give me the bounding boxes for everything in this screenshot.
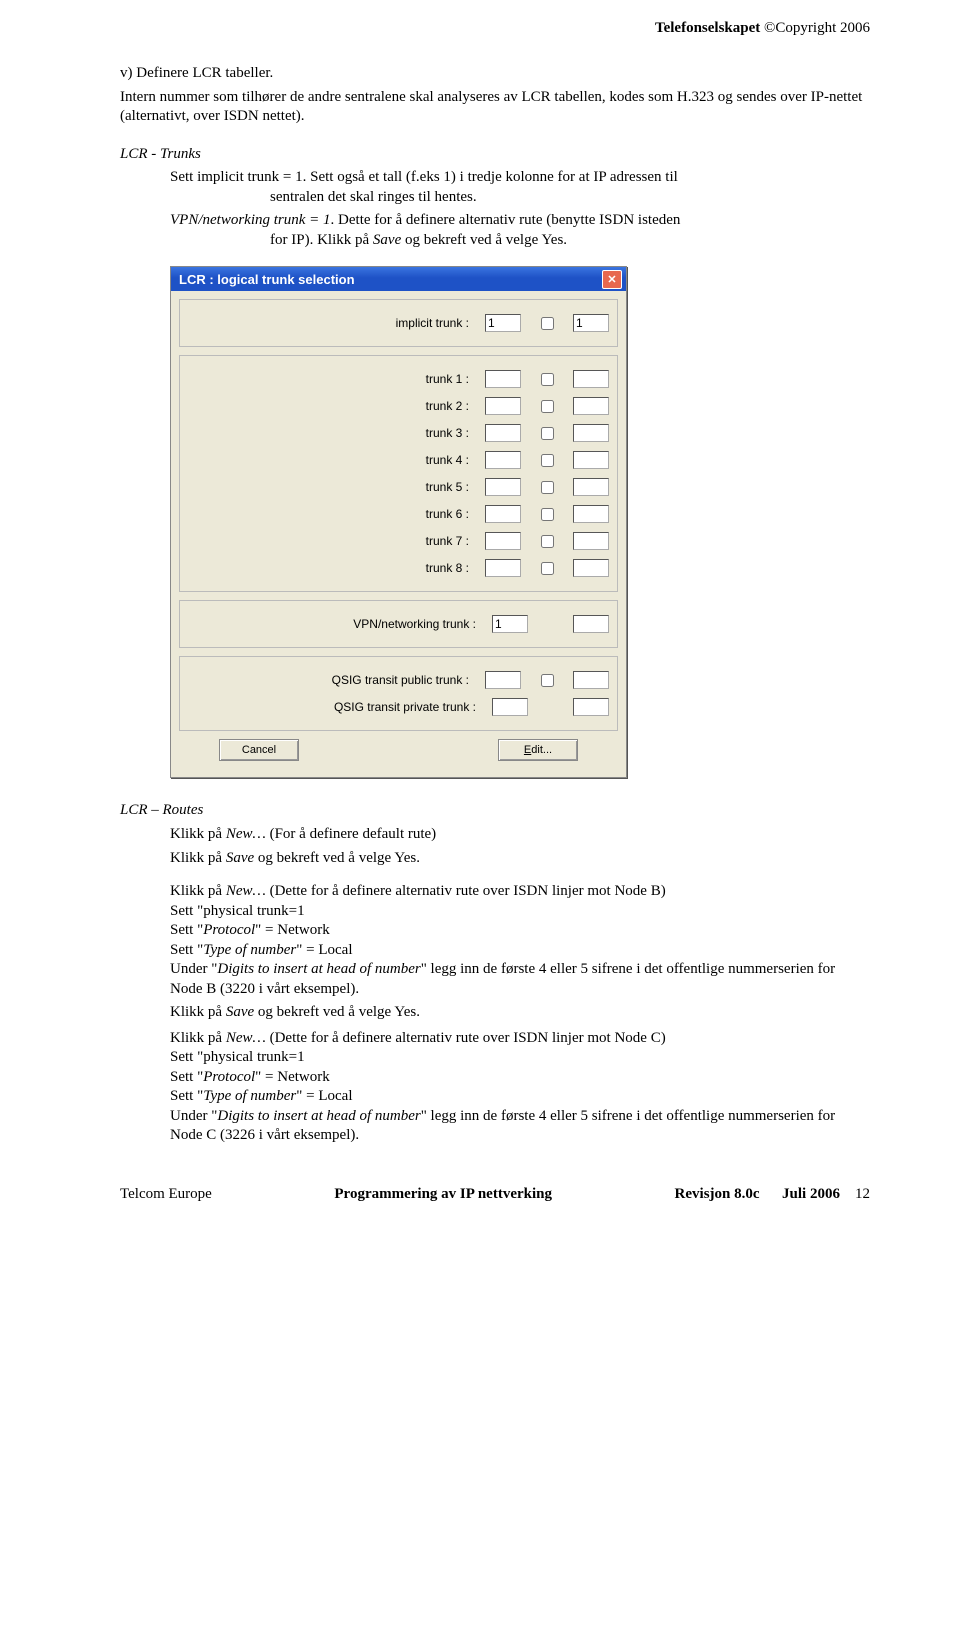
qsig-public-checkbox[interactable] xyxy=(541,674,554,687)
footer-left: Telcom Europe xyxy=(120,1186,212,1203)
trunk-input[interactable] xyxy=(485,397,521,415)
dialog-title: LCR : logical trunk selection xyxy=(179,272,602,287)
trunk-checkbox[interactable] xyxy=(541,535,554,548)
implicit-trunk-checkbox[interactable] xyxy=(541,317,554,330)
footer-date: Juli 2006 xyxy=(782,1186,840,1202)
trunk-label: trunk 2 : xyxy=(259,399,469,413)
footer-rev: Revisjon 8.0c xyxy=(675,1186,760,1202)
trunk-input[interactable] xyxy=(485,478,521,496)
trunk-checkbox[interactable] xyxy=(541,562,554,575)
footer-page: 12 xyxy=(855,1186,870,1202)
lcr-dialog: LCR : logical trunk selection ✕ implicit… xyxy=(170,266,627,778)
trunk-checkbox[interactable] xyxy=(541,400,554,413)
close-icon[interactable]: ✕ xyxy=(602,270,622,289)
page-footer: Telcom Europe Programmering av IP nettve… xyxy=(120,1186,870,1203)
trunk-input[interactable] xyxy=(485,559,521,577)
trunk-input[interactable] xyxy=(485,370,521,388)
lcr-routes-heading: LCR – Routes xyxy=(120,802,870,819)
trunk-label: trunk 6 : xyxy=(259,507,469,521)
trunk-label: trunk 8 : xyxy=(259,561,469,575)
trunk-input-b[interactable] xyxy=(573,370,609,388)
trunk-label: trunk 4 : xyxy=(259,453,469,467)
dialog-titlebar[interactable]: LCR : logical trunk selection ✕ xyxy=(171,267,626,291)
group-implicit: implicit trunk : xyxy=(179,299,618,347)
trunk-input[interactable] xyxy=(485,424,521,442)
implicit-trunk-input-a[interactable] xyxy=(485,314,521,332)
lcr-trunks-text: Sett implicit trunk = 1. Sett også et ta… xyxy=(170,168,870,207)
edit-button[interactable]: Edit... xyxy=(498,739,578,761)
cancel-button[interactable]: Cancel xyxy=(219,739,299,761)
group-qsig: QSIG transit public trunk : QSIG transit… xyxy=(179,656,618,731)
trunk-input-b[interactable] xyxy=(573,505,609,523)
vpn-input[interactable] xyxy=(492,615,528,633)
qsig-public-input[interactable] xyxy=(485,671,521,689)
lcr-trunks-heading: LCR - Trunks xyxy=(120,145,870,165)
trunk-input-b[interactable] xyxy=(573,559,609,577)
footer-center: Programmering av IP nettverking xyxy=(334,1186,552,1203)
brand: Telefonselskapet xyxy=(655,20,760,36)
section-v-title: v) Definere LCR tabeller. xyxy=(120,64,870,84)
trunk-label: trunk 1 : xyxy=(259,372,469,386)
qsig-private-input-b[interactable] xyxy=(573,698,609,716)
qsig-public-label: QSIG transit public trunk : xyxy=(259,673,469,687)
implicit-trunk-label: implicit trunk : xyxy=(259,316,469,330)
trunk-input[interactable] xyxy=(485,532,521,550)
trunk-input-b[interactable] xyxy=(573,478,609,496)
trunk-label: trunk 7 : xyxy=(259,534,469,548)
trunk-input-b[interactable] xyxy=(573,397,609,415)
vpn-input-b[interactable] xyxy=(573,615,609,633)
copyright-text: ©Copyright 2006 xyxy=(760,20,870,36)
group-trunks: trunk 1 : trunk 2 : trunk 3 : trunk 4 : … xyxy=(179,355,618,592)
trunk-input-b[interactable] xyxy=(573,451,609,469)
trunk-checkbox[interactable] xyxy=(541,481,554,494)
lcr-trunks-text2: VPN/networking trunk = 1. Dette for å de… xyxy=(170,211,870,250)
implicit-trunk-input-b[interactable] xyxy=(573,314,609,332)
trunk-checkbox[interactable] xyxy=(541,427,554,440)
trunk-input-b[interactable] xyxy=(573,424,609,442)
group-vpn: VPN/networking trunk : xyxy=(179,600,618,648)
trunk-input-b[interactable] xyxy=(573,532,609,550)
header-copyright: Telefonselskapet ©Copyright 2006 xyxy=(655,20,870,37)
trunk-input[interactable] xyxy=(485,505,521,523)
section-v-para: Intern nummer som tilhører de andre sent… xyxy=(120,88,870,127)
trunk-checkbox[interactable] xyxy=(541,373,554,386)
trunk-label: trunk 3 : xyxy=(259,426,469,440)
vpn-label: VPN/networking trunk : xyxy=(266,617,476,631)
trunk-checkbox[interactable] xyxy=(541,454,554,467)
routes-block: Klikk på New… (For å definere default ru… xyxy=(170,825,870,1146)
qsig-private-label: QSIG transit private trunk : xyxy=(266,700,476,714)
qsig-public-input-b[interactable] xyxy=(573,671,609,689)
trunk-label: trunk 5 : xyxy=(259,480,469,494)
qsig-private-input[interactable] xyxy=(492,698,528,716)
trunk-input[interactable] xyxy=(485,451,521,469)
trunk-checkbox[interactable] xyxy=(541,508,554,521)
